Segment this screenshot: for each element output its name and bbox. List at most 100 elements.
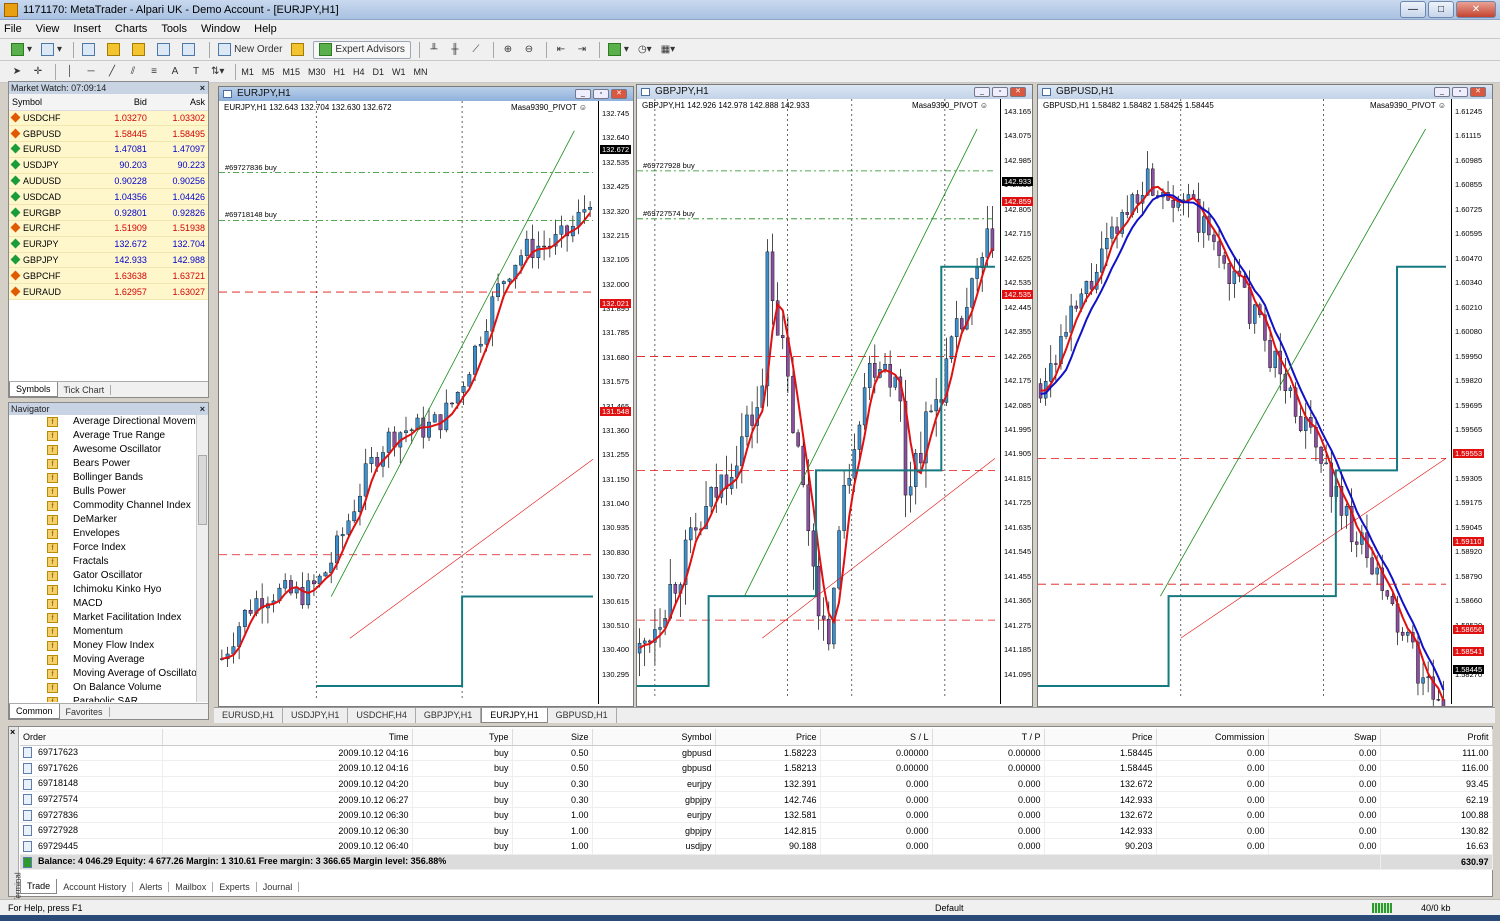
trendline-button[interactable]: ╱ [103, 63, 121, 81]
col-price[interactable]: Price [715, 729, 821, 746]
col-time[interactable]: Time [162, 729, 413, 746]
scroll-thumb[interactable] [198, 455, 207, 525]
chart-restore-button[interactable]: ▫ [992, 87, 1008, 97]
indicators-button[interactable]: ▾ [605, 41, 632, 59]
maximize-button[interactable]: □ [1428, 1, 1454, 18]
market-watch-row[interactable]: EURGBP 0.92801 0.92826 [9, 204, 208, 222]
indicator-item[interactable]: f Momentum [9, 625, 196, 639]
indicator-item[interactable]: f Parabolic SAR [9, 695, 196, 702]
col-t-p[interactable]: T / P [932, 729, 1045, 746]
market-watch-row[interactable]: USDCAD 1.04356 1.04426 [9, 188, 208, 206]
indicator-item[interactable]: f Money Flow Index [9, 639, 196, 653]
col-profit[interactable]: Profit [1380, 729, 1493, 746]
tf-h4[interactable]: H4 [353, 67, 365, 77]
chart-tab-gbpusd[interactable]: GBPUSD,H1 [548, 708, 617, 723]
tf-d1[interactable]: D1 [373, 67, 385, 77]
chart-title-bar[interactable]: GBPJPY,H1 _ ▫ ✕ [637, 85, 1032, 99]
navigator-button[interactable] [129, 41, 151, 59]
tab-account-history[interactable]: Account History [57, 881, 134, 892]
indicator-item[interactable]: f Bears Power [9, 457, 196, 471]
chart-tab-gbpjpy[interactable]: GBPJPY,H1 [416, 708, 482, 723]
indicator-item[interactable]: f On Balance Volume [9, 681, 196, 695]
candlestick-button[interactable]: ╫ [446, 41, 464, 59]
menu-window[interactable]: Window [201, 23, 240, 35]
crosshair-button[interactable]: ✛ [29, 63, 47, 81]
chart-tab-eurjpy[interactable]: EURJPY,H1 [481, 708, 548, 723]
terminal-button[interactable] [154, 41, 176, 59]
col-ask[interactable]: Ask [149, 94, 208, 111]
indicator-item[interactable]: f Average Directional Movement [9, 415, 196, 429]
indicator-item[interactable]: f Gator Oscillator [9, 569, 196, 583]
channel-button[interactable]: ⫽ [124, 63, 142, 81]
candlestick-chart[interactable] [637, 99, 999, 706]
market-watch-row[interactable]: USDCHF 1.03270 1.03302 [9, 110, 208, 127]
market-watch-row[interactable]: EURCHF 1.51909 1.51938 [9, 220, 208, 237]
chart-minimize-button[interactable]: _ [974, 87, 990, 97]
col-price[interactable]: Price [1044, 729, 1157, 746]
horizontal-line-button[interactable]: ─ [82, 63, 100, 81]
tab-common[interactable]: Common [9, 704, 60, 719]
indicator-item[interactable]: f Moving Average of Oscillator [9, 667, 196, 681]
templates-button[interactable]: ▦▾ [658, 41, 678, 59]
tf-m15[interactable]: M15 [282, 67, 300, 77]
order-label[interactable]: #69727574 buy [643, 209, 695, 218]
tab-tick-chart[interactable]: Tick Chart [58, 384, 112, 395]
indicator-item[interactable]: f Bulls Power [9, 485, 196, 499]
navigator-close-icon[interactable]: × [200, 403, 205, 415]
tab-mailbox[interactable]: Mailbox [169, 881, 214, 892]
indicator-item[interactable]: f Market Facilitation Index [9, 611, 196, 625]
indicator-item[interactable]: f Ichimoku Kinko Hyo [9, 583, 196, 597]
menu-charts[interactable]: Charts [115, 23, 147, 35]
profiles-button[interactable]: ▾ [38, 41, 65, 59]
fibo-button[interactable]: ≡ [145, 63, 163, 81]
line-chart-button[interactable]: ⟋ [467, 41, 485, 59]
chart-minimize-button[interactable]: _ [1434, 87, 1450, 97]
tab-journal[interactable]: Journal [257, 881, 300, 892]
trade-row[interactable]: 69718148 2009.10.12 04:20 buy 0.30 eurjpy 132… [20, 776, 1493, 793]
menu-help[interactable]: Help [254, 23, 277, 35]
close-button[interactable]: ✕ [1456, 1, 1496, 18]
new-chart-button[interactable]: ▾ [8, 41, 35, 59]
indicator-item[interactable]: f Envelopes [9, 527, 196, 541]
col-size[interactable]: Size [512, 729, 593, 746]
indicator-item[interactable]: f Average True Range [9, 429, 196, 443]
data-window-button[interactable] [104, 41, 126, 59]
tab-experts[interactable]: Experts [213, 881, 257, 892]
market-watch-row[interactable]: EURAUD 1.62957 1.63027 [9, 283, 208, 301]
indicator-item[interactable]: f Awesome Oscillator [9, 443, 196, 457]
menu-file[interactable]: File [4, 23, 22, 35]
chart-minimize-button[interactable]: _ [575, 89, 591, 99]
chart-window-gbpjpy[interactable]: GBPJPY,H1 _ ▫ ✕ GBPJPY,H1 142.926 142.978 … [636, 84, 1034, 707]
tab-trade[interactable]: Trade [20, 879, 58, 894]
chart-title-bar[interactable]: GBPUSD,H1 _ ▫ ✕ [1038, 85, 1492, 99]
indicator-item[interactable]: f Force Index [9, 541, 196, 555]
chart-tab-eurusd[interactable]: EURUSD,H1 [214, 708, 284, 723]
trade-row[interactable]: 69717623 2009.10.12 04:16 buy 0.50 gbpusd 1.5… [20, 745, 1493, 762]
trade-row[interactable]: 69717626 2009.10.12 04:16 buy 0.50 gbpusd 1.5… [20, 760, 1493, 777]
order-label[interactable]: #69718148 buy [225, 210, 277, 219]
market-watch-row[interactable]: GBPJPY 142.933 142.988 [9, 252, 208, 269]
zoom-out-button[interactable]: ⊖ [520, 41, 538, 59]
chart-window-gbpusd[interactable]: GBPUSD,H1 _ ▫ ✕ GBPUSD,H1 1.58482 1.58482 … [1037, 84, 1493, 707]
trade-row[interactable]: 69727574 2009.10.12 06:27 buy 0.30 gbpjpy 142… [20, 791, 1493, 808]
col-order[interactable]: Order [20, 729, 163, 746]
col-symbol[interactable]: Symbol [9, 94, 92, 111]
market-watch-row[interactable]: GBPCHF 1.63638 1.63721 [9, 267, 208, 285]
menu-tools[interactable]: Tools [161, 23, 187, 35]
indicator-item[interactable]: f Fractals [9, 555, 196, 569]
metaeditor-button[interactable] [288, 41, 310, 59]
col-commission[interactable]: Commission [1156, 729, 1269, 746]
text-button[interactable]: A [166, 63, 184, 81]
indicator-item[interactable]: f DeMarker [9, 513, 196, 527]
zoom-in-button[interactable]: ⊕ [499, 41, 517, 59]
indicator-item[interactable]: f Bollinger Bands [9, 471, 196, 485]
chart-close-button[interactable]: ✕ [611, 89, 627, 99]
chart-window-eurjpy[interactable]: EURJPY,H1 _ ▫ ✕ EURJPY,H1 132.643 132.704 … [218, 86, 634, 707]
auto-scroll-button[interactable]: ⇤ [552, 41, 570, 59]
tab-alerts[interactable]: Alerts [133, 881, 170, 892]
col-swap[interactable]: Swap [1268, 729, 1381, 746]
trade-row[interactable]: 69727836 2009.10.12 06:30 buy 1.00 eurjpy 132… [20, 807, 1493, 824]
periods-button[interactable]: ◷▾ [635, 41, 655, 59]
expert-advisors-button[interactable]: Expert Advisors [313, 40, 411, 59]
market-watch-row[interactable]: EURJPY 132.672 132.704 [9, 236, 208, 253]
